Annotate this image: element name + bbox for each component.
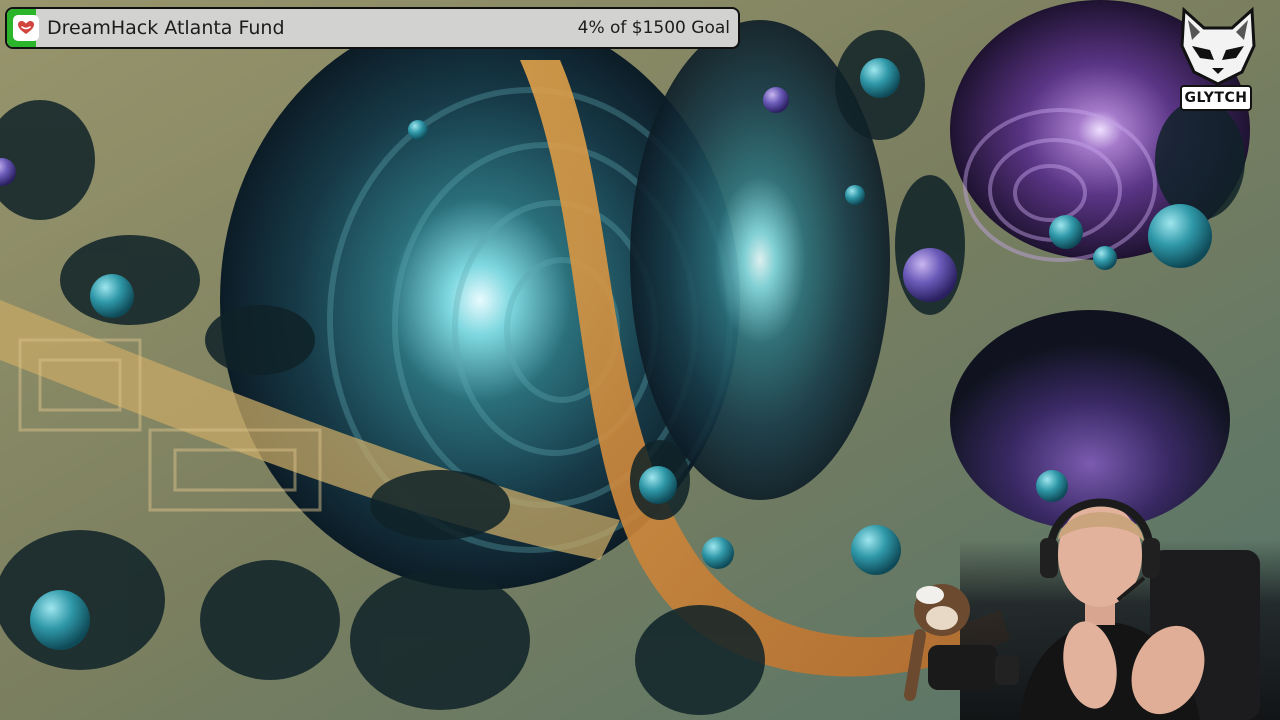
goal-amount-text: 4% of $1500 Goal: [577, 18, 730, 38]
heart-icon: [13, 15, 39, 41]
goal-title: DreamHack Atlanta Fund: [47, 17, 285, 39]
donation-goal-widget: DreamHack Atlanta Fund 4% of $1500 Goal: [5, 7, 740, 49]
streamer-webcam: [904, 498, 1280, 720]
stream-overlay: DreamHack Atlanta Fund 4% of $1500 Goal …: [0, 0, 1280, 720]
fox-head-icon: [1180, 6, 1256, 86]
channel-logo: GLYTCH: [1178, 6, 1258, 111]
channel-logo-label: GLYTCH: [1180, 85, 1252, 111]
